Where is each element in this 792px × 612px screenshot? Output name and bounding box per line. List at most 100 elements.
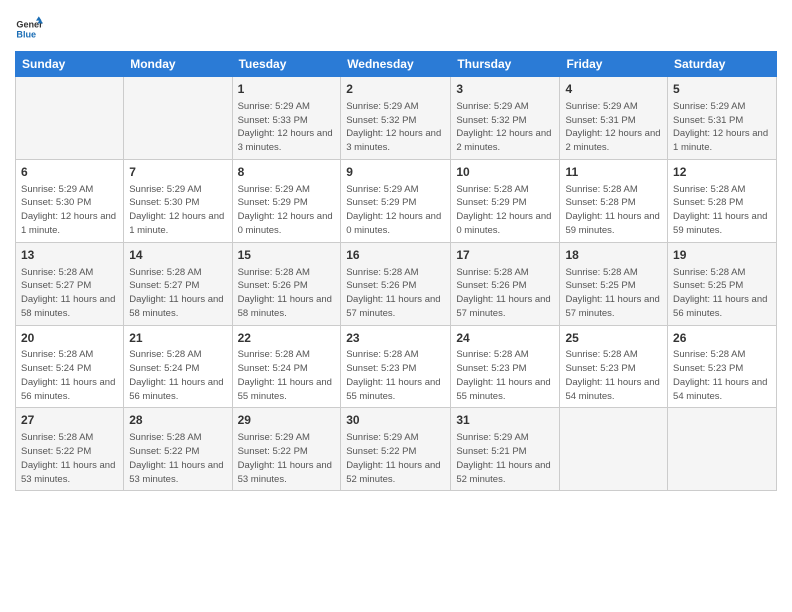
calendar-week-row: 1 Sunrise: 5:29 AMSunset: 5:33 PMDaylight… xyxy=(16,77,777,160)
day-info: Sunrise: 5:28 AMSunset: 5:22 PMDaylight:… xyxy=(21,431,118,486)
day-number: 26 xyxy=(673,330,771,347)
day-info: Sunrise: 5:28 AMSunset: 5:24 PMDaylight:… xyxy=(238,348,336,403)
calendar-cell: 4Sunrise: 5:29 AMSunset: 5:31 PMDaylight… xyxy=(560,77,668,160)
day-number: 24 xyxy=(456,330,554,347)
calendar-cell: 6 Sunrise: 5:29 AMSunset: 5:30 PMDaylight… xyxy=(16,159,124,242)
day-info: Sunrise: 5:28 AMSunset: 5:28 PMDaylight:… xyxy=(673,183,771,238)
day-info: Sunrise: 5:29 AMSunset: 5:33 PMDaylight:… xyxy=(238,100,336,155)
calendar-cell: 3 Sunrise: 5:29 AMSunset: 5:32 PMDaylight… xyxy=(451,77,560,160)
calendar-cell: 28 Sunrise: 5:28 AMSunset: 5:22 PMDayligh… xyxy=(124,408,232,491)
calendar-cell: 29 Sunrise: 5:29 AMSunset: 5:22 PMDayligh… xyxy=(232,408,341,491)
day-number: 14 xyxy=(129,247,226,264)
calendar-cell: 27 Sunrise: 5:28 AMSunset: 5:22 PMDayligh… xyxy=(16,408,124,491)
day-number: 23 xyxy=(346,330,445,347)
calendar-cell: 12 Sunrise: 5:28 AMSunset: 5:28 PMDayligh… xyxy=(668,159,777,242)
day-info: Sunrise: 5:28 AMSunset: 5:27 PMDaylight:… xyxy=(21,266,118,321)
logo-icon: General Blue xyxy=(15,15,43,43)
day-info: Sunrise: 5:28 AMSunset: 5:24 PMDaylight:… xyxy=(21,348,118,403)
day-info: Sunrise: 5:28 AMSunset: 5:27 PMDaylight:… xyxy=(129,266,226,321)
day-number: 22 xyxy=(238,330,336,347)
calendar-cell: 10Sunrise: 5:28 AMSunset: 5:29 PMDayligh… xyxy=(451,159,560,242)
calendar-cell: 19 Sunrise: 5:28 AMSunset: 5:25 PMDayligh… xyxy=(668,242,777,325)
calendar-cell: 26Sunrise: 5:28 AMSunset: 5:23 PMDayligh… xyxy=(668,325,777,408)
calendar-cell: 14 Sunrise: 5:28 AMSunset: 5:27 PMDayligh… xyxy=(124,242,232,325)
day-number: 1 xyxy=(238,81,336,98)
day-info: Sunrise: 5:29 AMSunset: 5:32 PMDaylight:… xyxy=(456,100,554,155)
day-info: Sunrise: 5:28 AMSunset: 5:22 PMDaylight:… xyxy=(129,431,226,486)
calendar-cell xyxy=(668,408,777,491)
day-number: 9 xyxy=(346,164,445,181)
calendar-cell: 23Sunrise: 5:28 AMSunset: 5:23 PMDayligh… xyxy=(341,325,451,408)
calendar-week-row: 13 Sunrise: 5:28 AMSunset: 5:27 PMDayligh… xyxy=(16,242,777,325)
day-number: 13 xyxy=(21,247,118,264)
day-info: Sunrise: 5:29 AMSunset: 5:29 PMDaylight:… xyxy=(238,183,336,238)
day-number: 4 xyxy=(565,81,662,98)
day-number: 27 xyxy=(21,412,118,429)
day-number: 8 xyxy=(238,164,336,181)
calendar-cell: 25Sunrise: 5:28 AMSunset: 5:23 PMDayligh… xyxy=(560,325,668,408)
day-info: Sunrise: 5:28 AMSunset: 5:28 PMDaylight:… xyxy=(565,183,662,238)
calendar-cell: 8 Sunrise: 5:29 AMSunset: 5:29 PMDaylight… xyxy=(232,159,341,242)
calendar-cell xyxy=(16,77,124,160)
day-info: Sunrise: 5:28 AMSunset: 5:23 PMDaylight:… xyxy=(456,348,554,403)
calendar-cell: 22Sunrise: 5:28 AMSunset: 5:24 PMDayligh… xyxy=(232,325,341,408)
calendar-day-header: Monday xyxy=(124,52,232,77)
day-info: Sunrise: 5:28 AMSunset: 5:23 PMDaylight:… xyxy=(346,348,445,403)
day-info: Sunrise: 5:29 AMSunset: 5:30 PMDaylight:… xyxy=(129,183,226,238)
day-info: Sunrise: 5:29 AMSunset: 5:31 PMDaylight:… xyxy=(673,100,771,155)
day-number: 17 xyxy=(456,247,554,264)
calendar-table: SundayMondayTuesdayWednesdayThursdayFrid… xyxy=(15,51,777,491)
calendar-cell: 5 Sunrise: 5:29 AMSunset: 5:31 PMDaylight… xyxy=(668,77,777,160)
calendar-cell: 21Sunrise: 5:28 AMSunset: 5:24 PMDayligh… xyxy=(124,325,232,408)
day-number: 12 xyxy=(673,164,771,181)
day-info: Sunrise: 5:29 AMSunset: 5:30 PMDaylight:… xyxy=(21,183,118,238)
calendar-cell: 9 Sunrise: 5:29 AMSunset: 5:29 PMDaylight… xyxy=(341,159,451,242)
calendar-cell: 1 Sunrise: 5:29 AMSunset: 5:33 PMDaylight… xyxy=(232,77,341,160)
day-number: 29 xyxy=(238,412,336,429)
calendar-cell: 24Sunrise: 5:28 AMSunset: 5:23 PMDayligh… xyxy=(451,325,560,408)
day-info: Sunrise: 5:29 AMSunset: 5:32 PMDaylight:… xyxy=(346,100,445,155)
calendar-week-row: 20Sunrise: 5:28 AMSunset: 5:24 PMDayligh… xyxy=(16,325,777,408)
day-info: Sunrise: 5:29 AMSunset: 5:29 PMDaylight:… xyxy=(346,183,445,238)
calendar-cell: 13 Sunrise: 5:28 AMSunset: 5:27 PMDayligh… xyxy=(16,242,124,325)
day-info: Sunrise: 5:29 AMSunset: 5:22 PMDaylight:… xyxy=(346,431,445,486)
calendar-cell: 31 Sunrise: 5:29 AMSunset: 5:21 PMDayligh… xyxy=(451,408,560,491)
calendar-cell: 11 Sunrise: 5:28 AMSunset: 5:28 PMDayligh… xyxy=(560,159,668,242)
calendar-cell: 30Sunrise: 5:29 AMSunset: 5:22 PMDayligh… xyxy=(341,408,451,491)
page-header: General Blue xyxy=(15,15,777,43)
day-info: Sunrise: 5:29 AMSunset: 5:22 PMDaylight:… xyxy=(238,431,336,486)
calendar-day-header: Saturday xyxy=(668,52,777,77)
calendar-week-row: 6 Sunrise: 5:29 AMSunset: 5:30 PMDaylight… xyxy=(16,159,777,242)
day-number: 19 xyxy=(673,247,771,264)
calendar-cell: 2 Sunrise: 5:29 AMSunset: 5:32 PMDaylight… xyxy=(341,77,451,160)
day-number: 7 xyxy=(129,164,226,181)
calendar-cell: 20Sunrise: 5:28 AMSunset: 5:24 PMDayligh… xyxy=(16,325,124,408)
day-number: 5 xyxy=(673,81,771,98)
calendar-cell: 15 Sunrise: 5:28 AMSunset: 5:26 PMDayligh… xyxy=(232,242,341,325)
calendar-day-header: Friday xyxy=(560,52,668,77)
day-info: Sunrise: 5:28 AMSunset: 5:26 PMDaylight:… xyxy=(346,266,445,321)
day-number: 11 xyxy=(565,164,662,181)
day-info: Sunrise: 5:29 AMSunset: 5:21 PMDaylight:… xyxy=(456,431,554,486)
day-info: Sunrise: 5:28 AMSunset: 5:25 PMDaylight:… xyxy=(673,266,771,321)
day-info: Sunrise: 5:28 AMSunset: 5:23 PMDaylight:… xyxy=(565,348,662,403)
day-number: 6 xyxy=(21,164,118,181)
day-number: 25 xyxy=(565,330,662,347)
day-info: Sunrise: 5:28 AMSunset: 5:25 PMDaylight:… xyxy=(565,266,662,321)
day-number: 16 xyxy=(346,247,445,264)
day-number: 20 xyxy=(21,330,118,347)
svg-text:Blue: Blue xyxy=(16,29,36,39)
day-info: Sunrise: 5:28 AMSunset: 5:24 PMDaylight:… xyxy=(129,348,226,403)
day-number: 31 xyxy=(456,412,554,429)
day-info: Sunrise: 5:28 AMSunset: 5:26 PMDaylight:… xyxy=(238,266,336,321)
day-number: 28 xyxy=(129,412,226,429)
day-number: 18 xyxy=(565,247,662,264)
day-number: 21 xyxy=(129,330,226,347)
calendar-cell: 18 Sunrise: 5:28 AMSunset: 5:25 PMDayligh… xyxy=(560,242,668,325)
day-number: 15 xyxy=(238,247,336,264)
calendar-day-header: Tuesday xyxy=(232,52,341,77)
calendar-day-header: Sunday xyxy=(16,52,124,77)
day-number: 3 xyxy=(456,81,554,98)
day-number: 2 xyxy=(346,81,445,98)
calendar-cell xyxy=(560,408,668,491)
